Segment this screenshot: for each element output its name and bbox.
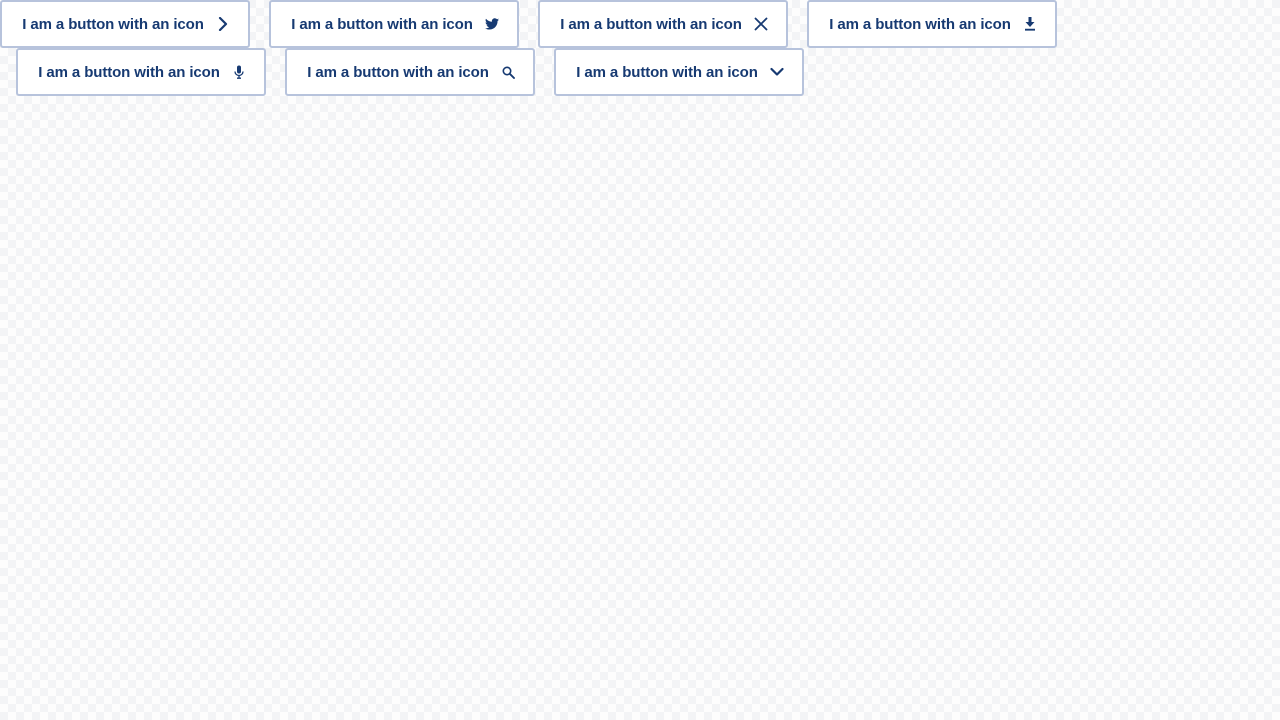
close-button[interactable]: I am a button with an icon [538,0,788,48]
chevron-down-button[interactable]: I am a button with an icon [554,48,804,96]
button-label: I am a button with an icon [576,63,758,81]
chevron-right-icon [214,15,232,33]
button-label: I am a button with an icon [829,15,1011,33]
button-label: I am a button with an icon [291,15,473,33]
twitter-button[interactable]: I am a button with an icon [269,0,519,48]
button-row-2: I am a button with an icon I am a button… [16,48,1280,96]
download-button[interactable]: I am a button with an icon [807,0,1057,48]
search-icon [499,63,517,81]
chevron-down-icon [768,63,786,81]
button-label: I am a button with an icon [22,15,204,33]
button-row-1: I am a button with an icon I am a button… [0,0,1280,48]
twitter-icon [483,15,501,33]
microphone-icon [230,63,248,81]
microphone-button[interactable]: I am a button with an icon [16,48,266,96]
chevron-right-button[interactable]: I am a button with an icon [0,0,250,48]
button-label: I am a button with an icon [560,15,742,33]
search-button[interactable]: I am a button with an icon [285,48,535,96]
close-icon [752,15,770,33]
button-label: I am a button with an icon [38,63,220,81]
download-icon [1021,15,1039,33]
button-label: I am a button with an icon [307,63,489,81]
